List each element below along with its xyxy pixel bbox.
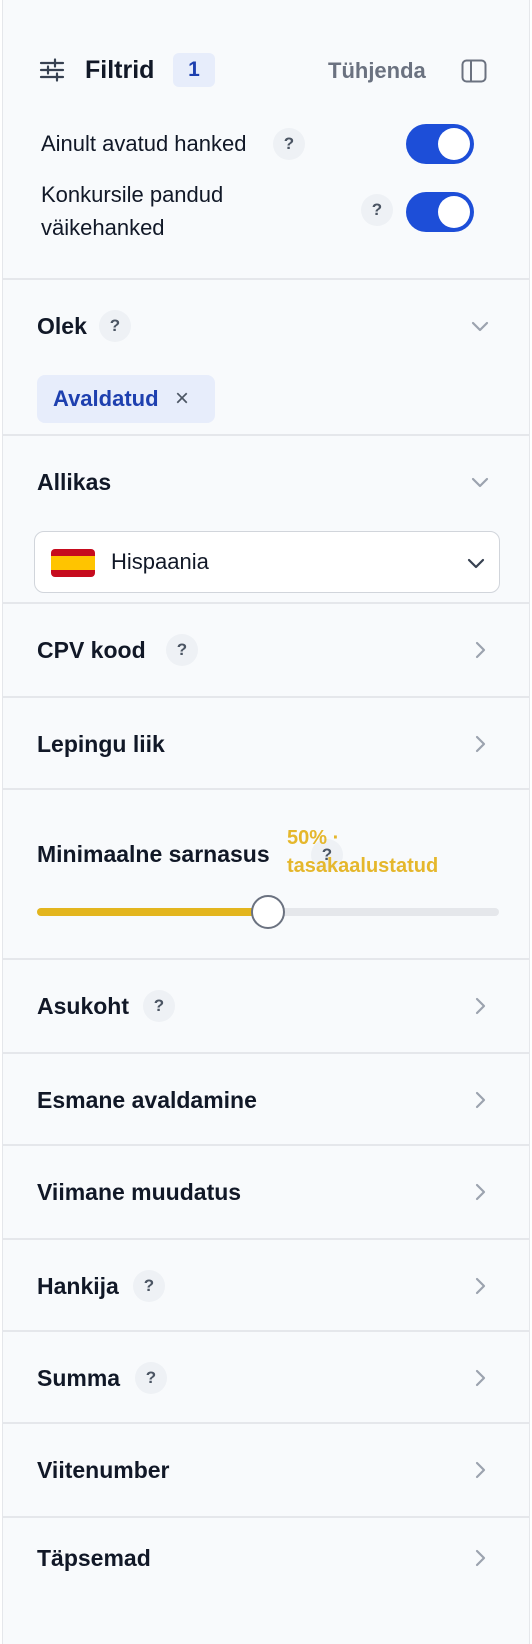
chevron-down-icon[interactable]	[469, 315, 491, 337]
small-tenders-label-line2: väikehanked	[41, 215, 165, 240]
last-modified-section-header[interactable]: Viimane muudatus	[3, 1172, 529, 1212]
buyer-section[interactable]: Hankija ?	[3, 1240, 529, 1332]
amount-section[interactable]: Summa ?	[3, 1332, 529, 1424]
chevron-right-icon[interactable]	[469, 1367, 491, 1389]
chevron-right-icon[interactable]	[469, 1089, 491, 1111]
first-published-section[interactable]: Esmane avaldamine	[3, 1054, 529, 1146]
buyer-section-title: Hankija	[37, 1273, 119, 1299]
advanced-section-title: Täpsemad	[37, 1545, 151, 1571]
advanced-section[interactable]: Täpsemad	[3, 1518, 529, 1618]
similarity-value-line2: tasakaalustatud	[287, 855, 439, 877]
chevron-right-icon[interactable]	[469, 1459, 491, 1481]
small-tenders-toggle[interactable]	[406, 192, 474, 232]
open-tenders-label: Ainult avatud hanked	[41, 131, 247, 156]
chip-remove-icon[interactable]: ×	[175, 375, 189, 423]
amount-section-header[interactable]: Summa ?	[3, 1358, 529, 1398]
amount-section-title: Summa	[37, 1365, 121, 1391]
toggle-knob	[438, 196, 470, 228]
chevron-right-icon[interactable]	[469, 733, 491, 755]
chevron-right-icon[interactable]	[469, 1547, 491, 1569]
location-section-title: Asukoht	[37, 993, 129, 1019]
cpv-section-header[interactable]: CPV kood ?	[3, 630, 529, 670]
chevron-down-icon	[467, 558, 485, 569]
filters-header: Filtrid 1 Tühjenda	[3, 50, 529, 90]
reference-section[interactable]: Viitenumber	[3, 1424, 529, 1518]
active-filter-count-badge: 1	[173, 53, 215, 87]
page-title: Filtrid	[85, 56, 155, 84]
status-chip-published: Avaldatud ×	[37, 375, 215, 423]
filters-panel: Filtrid 1 Tühjenda Ainult avatud hanked …	[2, 0, 530, 1644]
help-icon[interactable]: ?	[166, 634, 198, 666]
chevron-down-icon[interactable]	[469, 471, 491, 493]
collapse-sidebar-icon[interactable]	[461, 59, 487, 83]
source-section-header[interactable]: Allikas	[3, 462, 529, 502]
help-icon[interactable]: ?	[273, 128, 305, 160]
first-published-section-title: Esmane avaldamine	[37, 1087, 257, 1113]
clear-filters-button[interactable]: Tühjenda	[328, 56, 426, 86]
help-icon[interactable]: ?	[133, 1270, 165, 1302]
similarity-value-label: 50% · tasakaalustatud	[287, 824, 507, 880]
contract-type-section-title: Lepingu liik	[37, 731, 165, 757]
advanced-section-header[interactable]: Täpsemad	[3, 1538, 529, 1578]
location-section[interactable]: Asukoht ?	[3, 960, 529, 1054]
reference-section-title: Viitenumber	[37, 1457, 170, 1483]
chip-label: Avaldatud	[53, 386, 159, 411]
small-tenders-toggle-row: Konkursile pandud väikehanked ?	[3, 178, 529, 248]
contract-type-section[interactable]: Lepingu liik	[3, 698, 529, 790]
status-section-header[interactable]: Olek ?	[3, 306, 529, 346]
similarity-slider-thumb[interactable]	[251, 895, 285, 929]
source-section-title: Allikas	[37, 469, 112, 495]
buyer-section-header[interactable]: Hankija ?	[3, 1266, 529, 1306]
similarity-title: Minimaalne sarnasus	[37, 841, 270, 867]
cpv-section-title: CPV kood	[37, 637, 146, 663]
source-selected-value: Hispaania	[111, 549, 209, 574]
status-section: Olek ? Avaldatud ×	[3, 280, 529, 436]
status-section-title: Olek	[37, 313, 87, 339]
first-published-section-header[interactable]: Esmane avaldamine	[3, 1080, 529, 1120]
help-icon[interactable]: ?	[361, 194, 393, 226]
similarity-slider-track[interactable]	[37, 895, 499, 929]
help-icon[interactable]: ?	[143, 990, 175, 1022]
spain-flag-icon	[51, 549, 95, 577]
chevron-right-icon[interactable]	[469, 1181, 491, 1203]
sliders-icon	[39, 58, 65, 82]
filters-header-section: Filtrid 1 Tühjenda Ainult avatud hanked …	[3, 0, 529, 280]
reference-section-header[interactable]: Viitenumber	[3, 1450, 529, 1490]
chevron-right-icon[interactable]	[469, 1275, 491, 1297]
help-icon[interactable]: ?	[135, 1362, 167, 1394]
last-modified-section[interactable]: Viimane muudatus	[3, 1146, 529, 1240]
chevron-right-icon[interactable]	[469, 995, 491, 1017]
similarity-slider-fill	[37, 908, 268, 916]
help-icon[interactable]: ?	[99, 310, 131, 342]
small-tenders-label-line1: Konkursile pandud	[41, 182, 224, 207]
cpv-section[interactable]: CPV kood ?	[3, 604, 529, 698]
similarity-value-line1: 50% ·	[287, 827, 340, 849]
location-section-header[interactable]: Asukoht ?	[3, 986, 529, 1026]
contract-type-section-header[interactable]: Lepingu liik	[3, 724, 529, 764]
last-modified-section-title: Viimane muudatus	[37, 1179, 242, 1205]
chevron-right-icon[interactable]	[469, 639, 491, 661]
open-tenders-toggle[interactable]	[406, 124, 474, 164]
toggle-knob	[438, 128, 470, 160]
open-tenders-toggle-row: Ainult avatud hanked ?	[3, 124, 529, 164]
source-section: Allikas Hispaania	[3, 436, 529, 604]
similarity-section: Minimaalne sarnasus ? 50% · tasakaalusta…	[3, 790, 529, 960]
source-select[interactable]: Hispaania	[34, 531, 500, 593]
